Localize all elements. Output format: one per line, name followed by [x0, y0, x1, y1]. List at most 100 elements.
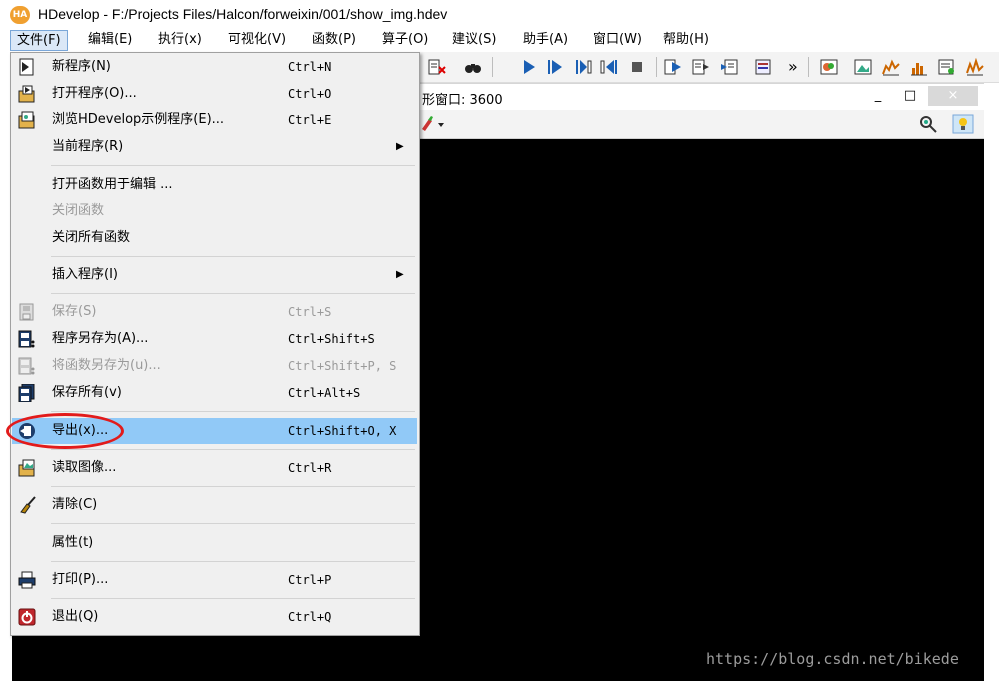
menu-suggestions[interactable]: 建议(S)	[446, 30, 502, 50]
menu-item-read-image[interactable]: 读取图像... Ctrl+R	[12, 455, 417, 481]
menu-item-exit[interactable]: 退出(Q) Ctrl+Q	[12, 604, 417, 630]
menu-item-open-program[interactable]: 打开程序(O)... Ctrl+O	[12, 81, 417, 107]
stop-icon[interactable]	[628, 58, 646, 76]
exit-power-icon	[18, 608, 36, 626]
menu-item-shortcut: Ctrl+P	[288, 573, 332, 587]
step-over-icon[interactable]	[546, 58, 564, 76]
menu-window[interactable]: 窗口(W)	[587, 30, 648, 50]
menu-item-label: 保存所有(v)	[52, 385, 122, 400]
menu-separator	[51, 486, 415, 487]
menu-assistants[interactable]: 助手(A)	[517, 30, 574, 50]
menu-item-label: 将函数另存为(u)...	[52, 358, 161, 373]
save-procedure-as-icon	[18, 357, 35, 375]
line-profile-icon[interactable]	[966, 58, 984, 76]
program-counter-icon[interactable]	[720, 58, 738, 76]
menu-separator	[51, 523, 415, 524]
menu-edit[interactable]: 编辑(E)	[82, 30, 138, 50]
menu-separator	[51, 293, 415, 294]
feature-histogram-icon[interactable]	[910, 58, 928, 76]
menu-item-label: 关闭函数	[52, 203, 105, 218]
menu-item-save-program-as[interactable]: 程序另存为(A)... Ctrl+Shift+S	[12, 326, 417, 352]
menu-item-label: 保存(S)	[52, 304, 97, 319]
save-as-icon	[18, 330, 35, 348]
menu-separator	[51, 598, 415, 599]
main-toolbar: »	[420, 52, 999, 83]
image-window-icon[interactable]	[854, 58, 872, 76]
step-into-icon[interactable]	[574, 58, 592, 76]
read-image-icon	[18, 459, 35, 477]
menu-item-label: 打印(P)...	[52, 572, 109, 587]
menu-item-label: 程序另存为(A)...	[52, 331, 149, 346]
minimize-button[interactable]: _	[864, 86, 892, 106]
save-all-icon	[18, 384, 35, 402]
menu-visualization[interactable]: 可视化(V)	[222, 30, 292, 50]
open-program-icon	[18, 85, 35, 103]
variables-window-icon[interactable]	[754, 58, 772, 76]
menu-item-new-program[interactable]: 新程序(N) Ctrl+N	[12, 54, 417, 80]
program-line-icon[interactable]	[692, 58, 710, 76]
reset-program-icon[interactable]	[664, 58, 682, 76]
menu-item-shortcut: Ctrl+O	[288, 87, 332, 101]
menu-item-label: 读取图像...	[52, 460, 117, 475]
zoom-tool-icon[interactable]	[918, 114, 938, 134]
menu-item-properties[interactable]: 属性(t)	[12, 530, 417, 556]
menu-item-label: 新程序(N)	[52, 59, 111, 74]
menu-item-close-all-procedures[interactable]: 关闭所有函数	[12, 225, 417, 251]
submenu-arrow-icon: ▶	[396, 269, 404, 280]
binoculars-icon[interactable]	[464, 58, 482, 76]
clear-breakpoint-icon[interactable]	[428, 58, 446, 76]
menu-item-open-procedure[interactable]: 打开函数用于编辑 ...	[12, 172, 417, 198]
menu-operators[interactable]: 算子(O)	[376, 30, 434, 50]
menu-item-save-procedure-as: 将函数另存为(u)... Ctrl+Shift+P, S	[12, 353, 417, 379]
menu-item-shortcut: Ctrl+Alt+S	[288, 386, 361, 400]
menu-separator	[51, 256, 415, 257]
menu-item-current-program[interactable]: 当前程序(R) ▶	[12, 134, 417, 160]
menu-procedures[interactable]: 函数(P)	[306, 30, 362, 50]
menu-help[interactable]: 帮助(H)	[657, 30, 715, 50]
title-bar: HA HDevelop - F:/Projects Files/Halcon/f…	[0, 0, 999, 30]
menu-bar: 文件(F) 编辑(E) 执行(x) 可视化(V) 函数(P) 算子(O) 建议(…	[0, 30, 999, 52]
menu-item-shortcut: Ctrl+N	[288, 60, 332, 74]
toolbar-separator	[656, 57, 657, 77]
menu-item-insert-program[interactable]: 插入程序(I) ▶	[12, 262, 417, 288]
step-out-icon[interactable]	[600, 58, 618, 76]
new-program-icon	[19, 58, 34, 76]
toolbar-separator	[492, 57, 493, 77]
menu-item-shortcut: Ctrl+R	[288, 461, 332, 475]
menu-item-save-all[interactable]: 保存所有(v) Ctrl+Alt+S	[12, 380, 417, 406]
menu-item-label: 退出(Q)	[52, 609, 99, 624]
printer-icon	[18, 571, 36, 589]
menu-item-shortcut: Ctrl+S	[288, 305, 332, 319]
paint-dropdown-icon[interactable]	[420, 115, 446, 133]
gray-histogram-icon[interactable]	[882, 58, 900, 76]
menu-separator	[51, 449, 415, 450]
menu-item-label: 清除(C)	[52, 497, 98, 512]
toolbar-separator	[808, 57, 809, 77]
menu-item-clear[interactable]: 清除(C)	[12, 492, 417, 518]
close-button[interactable]: ×	[928, 86, 978, 106]
feature-inspection-icon[interactable]	[938, 58, 956, 76]
menu-item-shortcut: Ctrl+Shift+O, X	[288, 424, 397, 438]
save-icon	[19, 303, 34, 321]
file-menu-dropdown: 新程序(N) Ctrl+N 打开程序(O)... Ctrl+O 浏览HDevel…	[10, 52, 420, 636]
menu-item-browse-examples[interactable]: 浏览HDevelop示例程序(E)... Ctrl+E	[12, 107, 417, 133]
graphics-window-icon[interactable]	[820, 58, 838, 76]
menu-item-label: 插入程序(I)	[52, 267, 118, 282]
browse-examples-icon	[18, 111, 35, 129]
graphics-window-title: 形窗口: 3600	[422, 93, 503, 108]
maximize-button[interactable]: □	[896, 86, 924, 106]
menu-file[interactable]: 文件(F)	[10, 30, 68, 51]
toolbar-overflow-button[interactable]: »	[788, 57, 798, 76]
menu-item-print[interactable]: 打印(P)... Ctrl+P	[12, 567, 417, 593]
menu-item-close-procedure: 关闭函数	[12, 198, 417, 224]
hdevelop-logo-icon: HA	[10, 6, 30, 24]
clear-broom-icon	[20, 496, 36, 514]
lightbulb-icon[interactable]	[952, 114, 974, 134]
run-icon[interactable]	[520, 58, 538, 76]
menu-item-label: 浏览HDevelop示例程序(E)...	[52, 112, 225, 127]
watermark: https://blog.csdn.net/bikede	[706, 650, 959, 668]
menu-item-label: 打开程序(O)...	[52, 86, 137, 101]
menu-execute[interactable]: 执行(x)	[152, 30, 208, 50]
menu-separator	[51, 561, 415, 562]
window-title: HDevelop - F:/Projects Files/Halcon/forw…	[38, 6, 448, 22]
